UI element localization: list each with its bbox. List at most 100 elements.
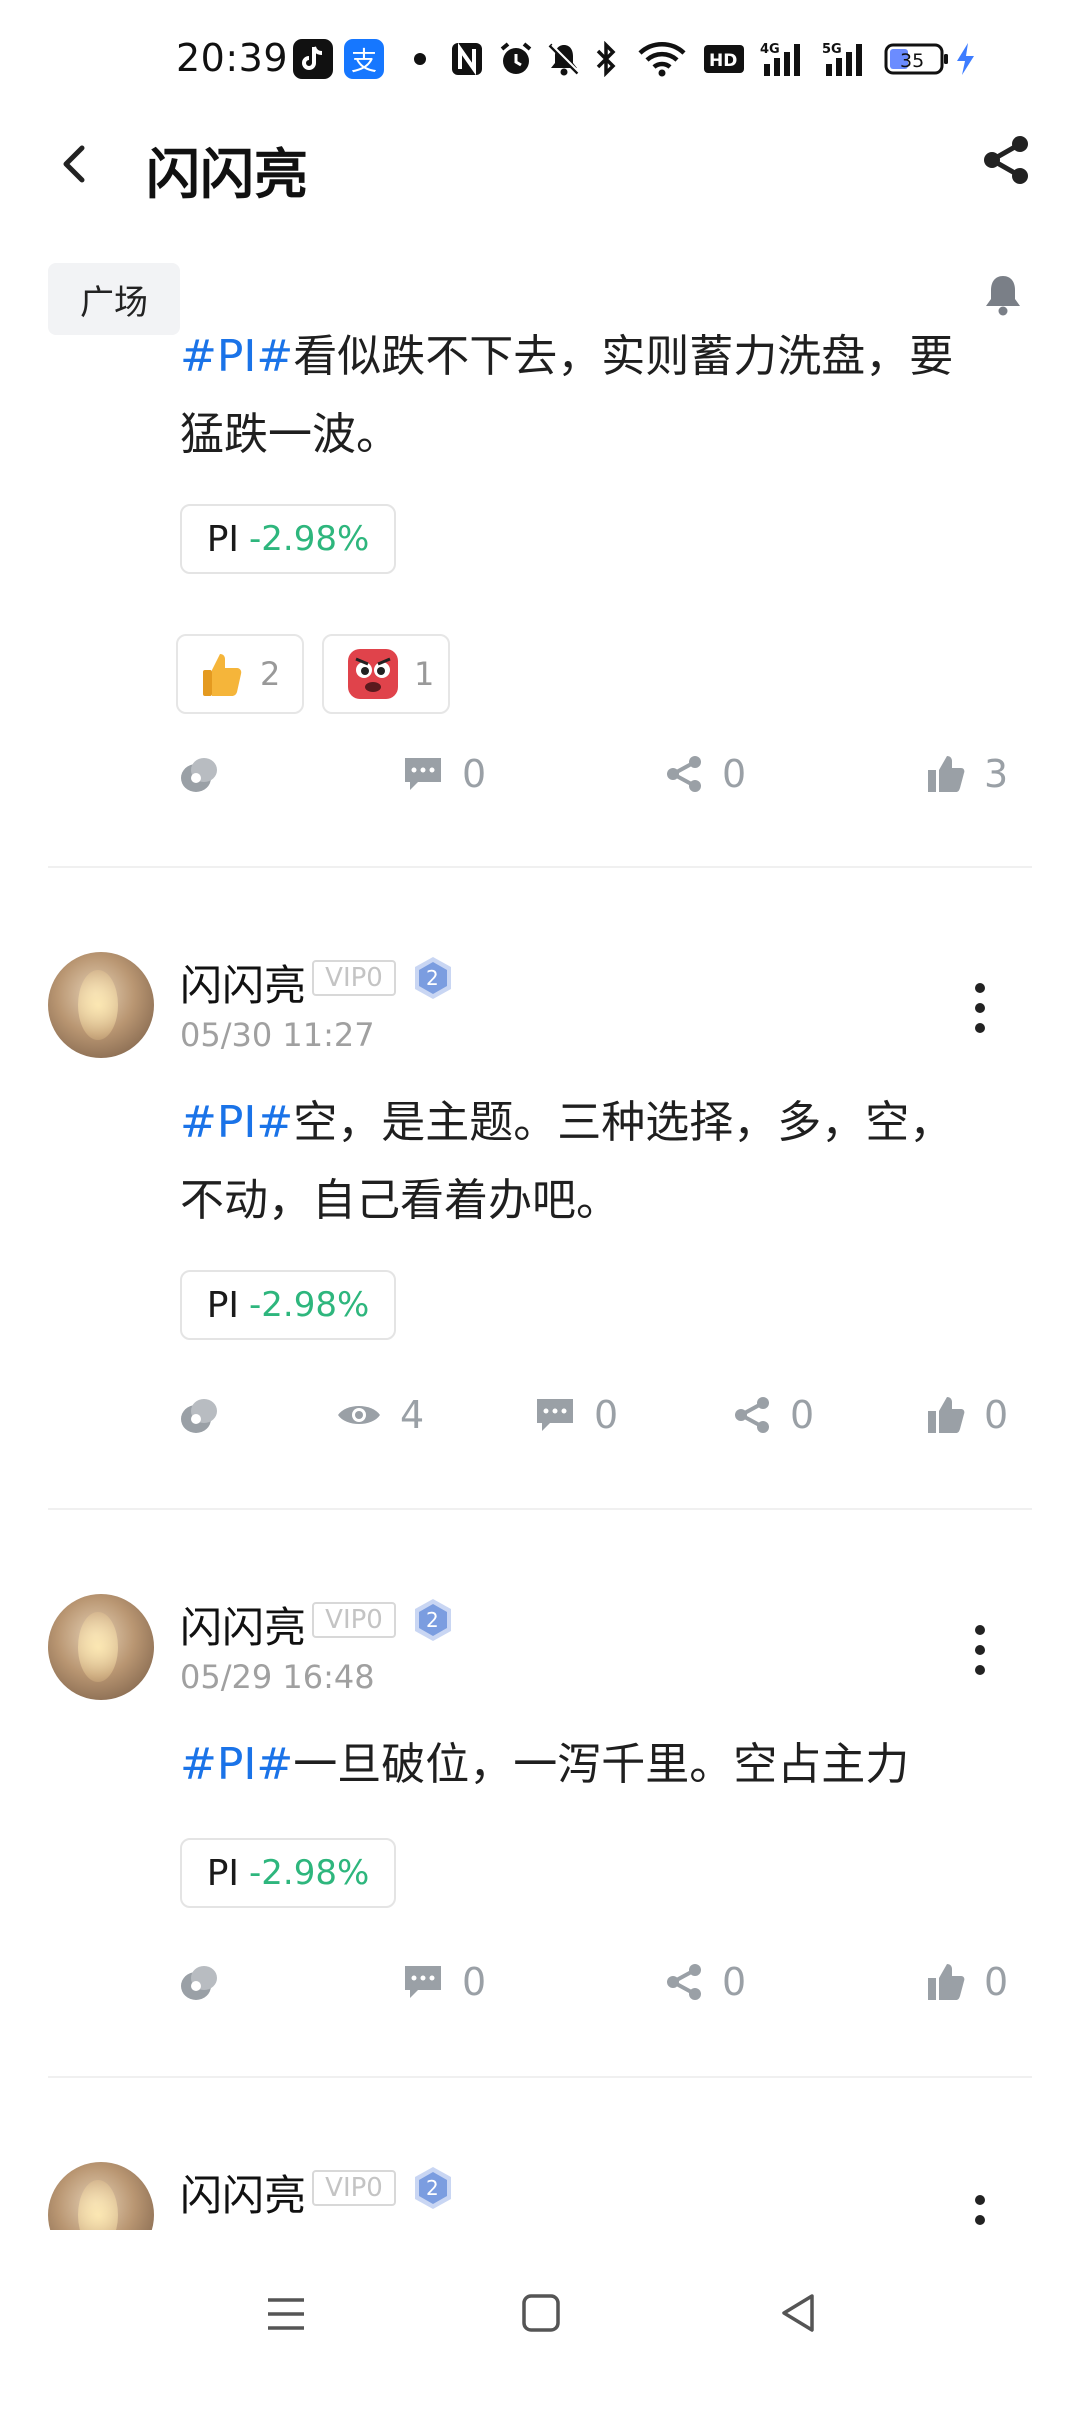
post-3-like-button[interactable]: 0: [926, 1952, 1008, 2012]
avatar[interactable]: [48, 952, 154, 1058]
post-1-stock-chip[interactable]: PI -2.98%: [180, 504, 396, 574]
post-2-username[interactable]: 闪闪亮: [180, 952, 306, 1013]
menu-icon: [268, 2298, 304, 2330]
notification-button[interactable]: [980, 272, 1026, 318]
page-title: 闪闪亮: [146, 143, 308, 206]
square-home-icon: [522, 2294, 560, 2332]
status-bar: 20:39 支 HD 4G 5G 35: [0, 0, 1080, 126]
post-2-content: #PI#空，是主题。三种选择，多，空， 不动，自己看着办吧。: [180, 1084, 1040, 1240]
vip-badge: VIP0: [312, 1602, 396, 1638]
share-icon: [735, 1397, 769, 1433]
post-3-comment-button[interactable]: 0: [402, 1952, 486, 2012]
comment-count: 0: [462, 1960, 487, 2004]
battery-icon: 35: [884, 40, 950, 78]
post-1-hashtag[interactable]: #PI#: [180, 331, 293, 382]
home-nav-button[interactable]: [518, 2290, 564, 2340]
post-1-reward-button[interactable]: [178, 744, 238, 804]
comment-count: 0: [594, 1393, 619, 1437]
svg-text:2: 2: [426, 1608, 439, 1632]
post-3-username[interactable]: 闪闪亮: [180, 1594, 306, 1655]
comment-count: 0: [462, 752, 487, 796]
share-count: 0: [722, 752, 747, 796]
wifi-icon: [638, 40, 686, 78]
tiktok-icon: [293, 39, 333, 79]
post-1-like-button[interactable]: 3: [926, 744, 1008, 804]
stock-name: PI: [206, 518, 240, 560]
mute-icon: [546, 40, 582, 78]
chevron-left-icon: [63, 145, 85, 183]
more-vertical-icon: [975, 1625, 985, 1675]
angry-face-emoji-icon: [348, 649, 398, 699]
post-2-hashtag[interactable]: #PI#: [180, 1097, 293, 1148]
post-2-text-line2: 不动，自己看着办吧。: [180, 1175, 620, 1226]
post-3-hashtag[interactable]: #PI#: [180, 1739, 293, 1790]
level-badge-icon: 2: [412, 1597, 454, 1643]
signal-4g-icon: 4G: [760, 40, 808, 78]
stock-name: PI: [206, 1852, 240, 1894]
share-icon: [984, 136, 1028, 184]
share-icon: [667, 756, 701, 792]
dot-icon: [412, 40, 428, 78]
post-3-date: 05/29 16:48: [180, 1658, 375, 1696]
stock-name: PI: [206, 1284, 240, 1326]
signal-5g-icon: 5G: [822, 40, 870, 78]
post-2-reward-button[interactable]: [178, 1385, 238, 1445]
post-2-share-button[interactable]: 0: [732, 1385, 814, 1445]
like-count: 3: [984, 752, 1009, 796]
divider: [48, 1508, 1032, 1510]
post-1-share-button[interactable]: 0: [664, 744, 746, 804]
bluetooth-icon: [594, 40, 618, 78]
reaction-angry[interactable]: 1: [322, 634, 450, 714]
reaction-thumbs-up[interactable]: 2: [176, 634, 304, 714]
post-2-stock-chip[interactable]: PI -2.98%: [180, 1270, 396, 1340]
back-nav-button[interactable]: [776, 2290, 822, 2340]
post-3-share-button[interactable]: 0: [664, 1952, 746, 2012]
svg-text:2: 2: [426, 2176, 439, 2200]
comment-icon: [405, 1966, 441, 1998]
share-count: 0: [790, 1393, 815, 1437]
level-badge-icon: 2: [412, 955, 454, 1001]
more-vertical-icon: [975, 983, 985, 1033]
eye-icon: [338, 1406, 380, 1424]
svg-text:5G: 5G: [822, 42, 842, 57]
menu-nav-button[interactable]: [262, 2292, 310, 2340]
back-button[interactable]: [52, 140, 100, 188]
share-button[interactable]: [978, 132, 1034, 188]
coin-icon: [181, 1966, 217, 2000]
stock-change: -2.98%: [249, 1853, 370, 1893]
like-count: 0: [984, 1960, 1009, 2004]
level-badge-icon: 2: [412, 2165, 454, 2211]
divider: [48, 2076, 1032, 2078]
post-2-comment-button[interactable]: 0: [534, 1385, 618, 1445]
status-time: 20:39: [176, 36, 289, 80]
thumbs-up-icon: [928, 756, 965, 792]
charging-icon: [954, 40, 976, 78]
stock-change: -2.98%: [249, 519, 370, 559]
reaction-count: 2: [260, 655, 281, 693]
avatar[interactable]: [48, 1594, 154, 1700]
svg-text:HD: HD: [709, 51, 737, 71]
coin-icon: [181, 758, 217, 792]
post-4-username[interactable]: 闪闪亮: [180, 2162, 306, 2223]
post-3-more-button[interactable]: [972, 1622, 988, 1678]
thumbs-up-emoji-icon: [203, 654, 242, 696]
square-tag[interactable]: 广场: [48, 263, 180, 335]
post-2-like-button[interactable]: 0: [926, 1385, 1008, 1445]
svg-text:35: 35: [900, 50, 924, 72]
post-1-text-line2: 猛跌一波。: [180, 409, 400, 460]
post-2-more-button[interactable]: [972, 980, 988, 1036]
nfc-icon: [450, 40, 484, 78]
thumbs-up-icon: [928, 1964, 965, 2000]
post-3-stock-chip[interactable]: PI -2.98%: [180, 1838, 396, 1908]
post-1-content: #PI#看似跌不下去，实则蓄力洗盘，要 猛跌一波。: [180, 318, 1040, 474]
post-3-content: #PI#一旦破位，一泻千里。空占主力: [180, 1726, 1040, 1804]
view-count: 4: [400, 1393, 425, 1437]
comment-icon: [405, 758, 441, 790]
post-1-text-line1: 看似跌不下去，实则蓄力洗盘，要: [293, 331, 954, 382]
thumbs-up-icon: [928, 1397, 965, 1433]
post-2-views: 4: [336, 1385, 424, 1445]
post-3-reward-button[interactable]: [178, 1952, 238, 2012]
triangle-back-icon: [782, 2294, 814, 2332]
post-1-comment-button[interactable]: 0: [402, 744, 486, 804]
coin-icon: [181, 1399, 217, 1433]
